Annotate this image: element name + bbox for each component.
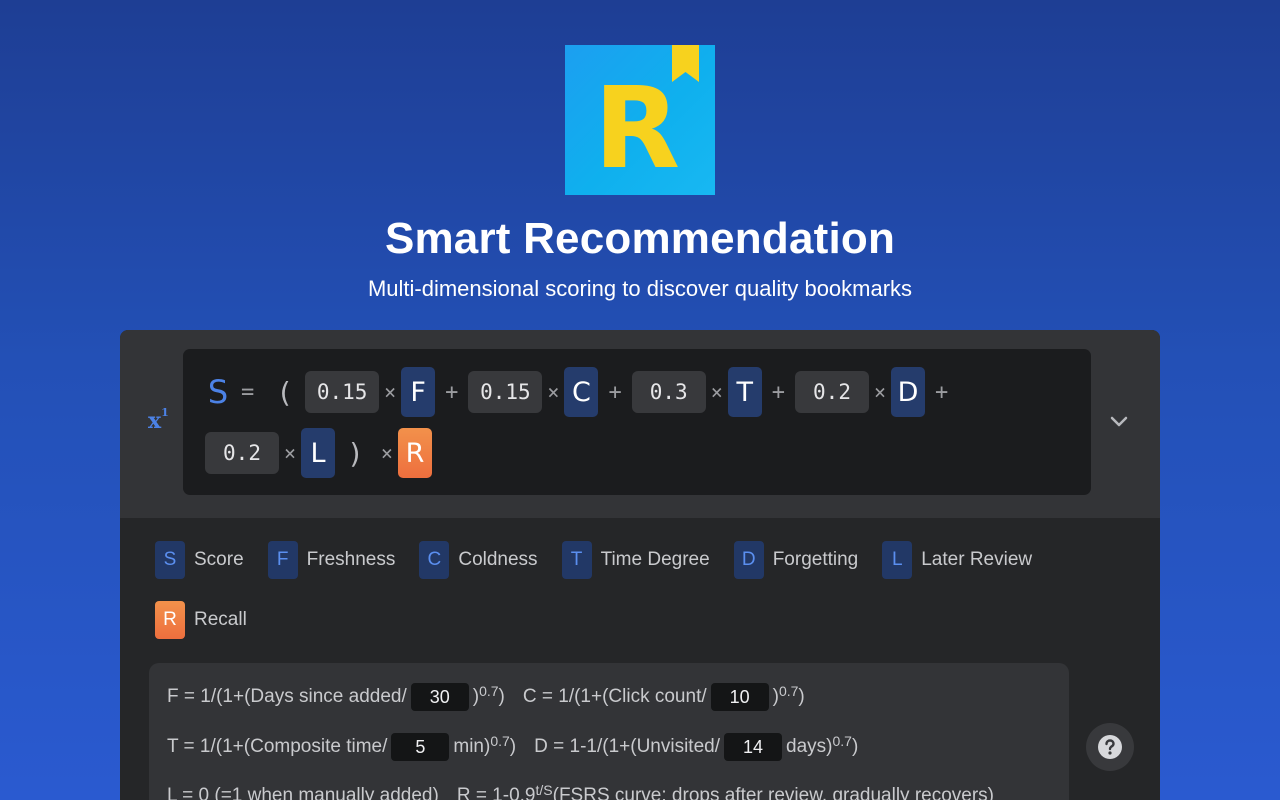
var-c-badge: C xyxy=(564,367,599,417)
formula-times: × xyxy=(284,441,297,465)
logo-graphic: R xyxy=(594,45,699,194)
r-exponent: t/S xyxy=(535,782,553,798)
d-prefix: D = 1-1/(1+( xyxy=(534,736,637,757)
legend-badge: T xyxy=(561,541,592,579)
help-icon[interactable] xyxy=(1086,723,1134,771)
app-logo: R xyxy=(565,45,715,195)
var-l-badge: L xyxy=(301,428,336,478)
weight-t-input[interactable]: 0.3 xyxy=(631,371,706,413)
var-t-badge: T xyxy=(727,367,762,417)
page-subtitle: Multi-dimensional scoring to discover qu… xyxy=(367,276,913,301)
power-exponent: 0.7 xyxy=(832,733,852,749)
legend-item-coldness: C Coldness xyxy=(419,541,538,579)
weight-d-input[interactable]: 0.2 xyxy=(795,371,869,413)
t-prefix: T = 1/(1+( xyxy=(167,736,251,757)
formula-times: × xyxy=(874,380,887,404)
var-d-badge: D xyxy=(891,367,926,417)
c-prefix: C = 1/(1+( xyxy=(522,686,609,707)
legend-badge: C xyxy=(419,541,450,579)
slash: / xyxy=(401,686,407,707)
d-days-input[interactable]: 14 xyxy=(724,733,782,761)
formula-times: × xyxy=(380,441,393,465)
formula-score-symbol: S xyxy=(207,373,229,411)
slash: / xyxy=(701,686,707,707)
formula-row-1: S = ( 0.15 × F + 0.15 × C + 0.3 × T + 0.… xyxy=(205,367,958,417)
power-exponent: 0.7 xyxy=(479,683,499,699)
l-text: L = 0 (=1 when manually added) xyxy=(167,785,439,800)
formula-close-paren: ) xyxy=(347,436,364,470)
formula-icon: x1 xyxy=(148,405,169,434)
legend-badge: F xyxy=(267,541,298,579)
var-f-badge: F xyxy=(401,367,436,417)
c-clicks-input[interactable]: 10 xyxy=(710,683,769,711)
formula-row-2: 0.2 × L ) × R xyxy=(205,428,432,478)
close-paren: ) xyxy=(509,736,517,757)
legend-item-recall: R Recall xyxy=(155,601,247,639)
details-row-3: L = 0 (=1 when manually added) R = 1-0.9… xyxy=(167,781,994,800)
formula-times: × xyxy=(547,380,560,404)
f-label: Days since added xyxy=(250,686,402,707)
legend-label: Freshness xyxy=(306,549,396,570)
formula-section: x1 S = ( 0.15 × F + 0.15 × C + 0.3 × T +… xyxy=(120,330,1160,518)
legend-item-later-review: L Later Review xyxy=(882,541,1032,579)
r-prefix: R = 1-0.9 xyxy=(456,785,536,800)
legend-badge: D xyxy=(733,541,764,579)
legend-badge: S xyxy=(155,541,185,579)
c-label: Click count xyxy=(608,686,702,707)
legend-label: Time Degree xyxy=(600,549,710,570)
logo-letter: R xyxy=(594,64,680,194)
formula-plus: + xyxy=(445,379,459,405)
slash: / xyxy=(382,736,388,757)
details-row-1: F = 1/(1+( Days since added / 30 ) 0.7) C… xyxy=(167,682,805,712)
d-label: Unvisited xyxy=(636,736,715,757)
legend-label: Coldness xyxy=(458,549,538,570)
power-exponent: 0.7 xyxy=(778,683,799,699)
legend-item-freshness: F Freshness xyxy=(267,541,396,579)
legend-item-time-degree: T Time Degree xyxy=(561,541,710,579)
formula-times: × xyxy=(710,380,723,404)
f-days-input[interactable]: 30 xyxy=(410,683,469,711)
legend-item-score: S Score xyxy=(155,541,244,579)
f-prefix: F = 1/(1+( xyxy=(167,686,251,707)
legend-label: Score xyxy=(194,549,244,570)
formula-plus: + xyxy=(771,379,785,405)
formula-display: S = ( 0.15 × F + 0.15 × C + 0.3 × T + 0.… xyxy=(183,349,1091,495)
formula-plus: + xyxy=(935,379,949,405)
t-unit: min xyxy=(453,736,484,757)
formula-equals: = xyxy=(241,379,255,405)
weight-f-input[interactable]: 0.15 xyxy=(305,371,380,413)
formula-open-paren: ( xyxy=(276,375,294,409)
scoring-panel: x1 S = ( 0.15 × F + 0.15 × C + 0.3 × T +… xyxy=(120,330,1160,800)
slash: / xyxy=(714,736,720,757)
chevron-down-icon[interactable] xyxy=(1106,408,1132,434)
close-paren: ) xyxy=(498,686,505,707)
formula-details: F = 1/(1+( Days since added / 30 ) 0.7) C… xyxy=(149,663,1069,800)
legend-label: Forgetting xyxy=(772,549,859,570)
r-text: (FSRS curve: drops after review, gradual… xyxy=(552,785,995,800)
weight-l-input[interactable]: 0.2 xyxy=(205,432,279,474)
close-paren: ) xyxy=(851,736,859,757)
formula-times: × xyxy=(384,380,397,404)
legend-label: Recall xyxy=(194,609,247,630)
d-unit: days xyxy=(786,736,827,757)
t-minutes-input[interactable]: 5 xyxy=(391,733,450,761)
t-label: Composite time xyxy=(250,736,383,757)
var-r-badge: R xyxy=(397,428,432,478)
formula-plus: + xyxy=(608,379,622,405)
legend-item-forgetting: D Forgetting xyxy=(733,541,859,579)
details-row-2: T = 1/(1+( Composite time / 5 min ) 0.7) … xyxy=(167,732,858,762)
page-title: Smart Recommendation xyxy=(384,214,896,263)
power-exponent: 0.7 xyxy=(490,733,510,749)
close-paren: ) xyxy=(798,686,805,707)
variable-legend: S Score F Freshness C Coldness T Time De… xyxy=(155,541,1115,639)
legend-badge: R xyxy=(155,601,185,639)
legend-label: Later Review xyxy=(921,549,1033,570)
legend-badge: L xyxy=(882,541,913,579)
weight-c-input[interactable]: 0.15 xyxy=(468,371,543,413)
